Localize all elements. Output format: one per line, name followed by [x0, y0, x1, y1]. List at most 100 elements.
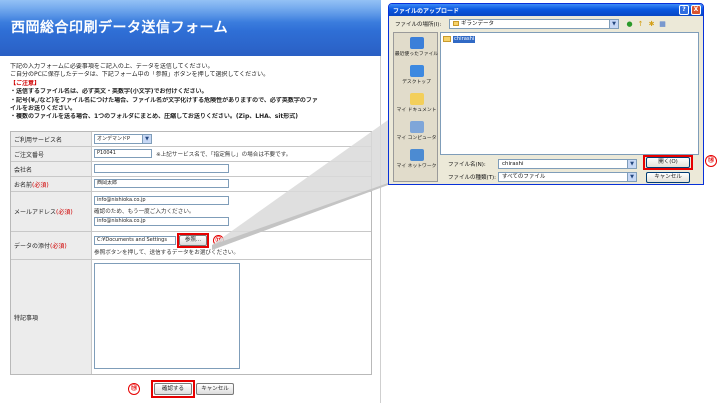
- browse-highlight: [177, 233, 209, 248]
- new-folder-icon[interactable]: ✱: [647, 20, 656, 29]
- desktop-icon: [409, 65, 424, 77]
- label-order: ご注文番号: [11, 147, 92, 161]
- upload-form-page: 西岡総合印刷データ送信フォーム 下記の入力フォームに必要事項をご記入の上、データ…: [0, 0, 381, 403]
- file-list: chirashi: [440, 32, 699, 155]
- step-19-marker: ⑲: [128, 383, 140, 395]
- order-number-input[interactable]: P10041: [94, 149, 152, 158]
- notes-textarea[interactable]: [94, 263, 240, 369]
- value-order: P10041 ※上記サービス名で、「指定無し」の場合は不要です。: [92, 147, 371, 161]
- chevron-down-icon[interactable]: ▼: [627, 160, 636, 168]
- service-select[interactable]: オンデマンドP ▼: [94, 134, 152, 144]
- form-table: ご利用サービス名 オンデマンドP ▼ ご注文番号 P10041 ※上記サービス名…: [10, 131, 372, 375]
- dialog-titlebar: ファイルのアップロード ? X: [389, 4, 703, 16]
- up-folder-icon[interactable]: ↑: [636, 20, 645, 29]
- look-in-label: ファイルの場所(I):: [395, 22, 442, 28]
- filetype-value: すべてのファイル: [502, 174, 546, 180]
- row-name: お名前 (必須) 西岡太郎: [11, 177, 371, 192]
- label-email-text: メールアドレス: [14, 209, 57, 216]
- order-note: ※上記サービス名で、「指定無し」の場合は不要です。: [156, 152, 292, 158]
- required-mark: (必須): [56, 209, 73, 216]
- row-email: メールアドレス (必須) info@nishioka.co.jp 確認のため、もう…: [11, 192, 371, 232]
- label-service-text: ご利用サービス名: [14, 136, 63, 144]
- row-service: ご利用サービス名 オンデマンドP ▼: [11, 132, 371, 147]
- name-input[interactable]: 西岡太郎: [94, 179, 229, 188]
- email-confirm-note: 確認のため、もう一度ご入力ください。: [94, 209, 195, 215]
- service-select-value: オンデマンドP: [97, 136, 131, 142]
- filetype-select[interactable]: すべてのファイル ▼: [498, 172, 637, 182]
- recent-files-icon: [409, 37, 424, 49]
- look-in-select[interactable]: ギランデータ ▼: [449, 19, 619, 29]
- filename-input[interactable]: chirashi ▼: [498, 159, 637, 169]
- place-label: マイ コンピュータ: [396, 136, 437, 141]
- caution-line: イルをお送りください。: [10, 105, 77, 113]
- label-file: データの添付 (必須): [11, 232, 92, 259]
- label-name: お名前 (必須): [11, 177, 92, 191]
- list-item[interactable]: chirashi: [443, 35, 476, 43]
- filename-value: chirashi: [502, 161, 524, 167]
- file-upload-dialog: ファイルのアップロード ? X ファイルの場所(I): ギランデータ ▼ ● ↑…: [388, 3, 704, 185]
- intro-line: 下記の入力フォームに必要事項をご記入の上、データを送信してください。: [10, 63, 214, 70]
- intro-text: 下記の入力フォームに必要事項をご記入の上、データを送信してください。 ご自分のP…: [10, 63, 372, 122]
- caution-line: ・記号(¥,/など)をファイル名につけた場合、ファイル名が文字化けする危険性があ…: [10, 96, 318, 104]
- folder-icon: [443, 36, 451, 42]
- label-company: 会社名: [11, 162, 92, 176]
- company-input[interactable]: [94, 164, 229, 173]
- place-network[interactable]: マイ ネットワーク: [394, 149, 439, 173]
- value-name: 西岡太郎: [92, 177, 371, 191]
- label-notes-text: 特記事項: [14, 314, 39, 322]
- place-recent[interactable]: 最近使ったファイル: [394, 37, 439, 61]
- chevron-down-icon[interactable]: ▼: [609, 20, 618, 28]
- place-computer[interactable]: マイ コンピュータ: [394, 121, 439, 145]
- step-18-marker: ⑱: [705, 155, 717, 167]
- chevron-down-icon[interactable]: ▼: [627, 173, 636, 181]
- label-notes: 特記事項: [11, 260, 92, 374]
- required-mark: (必須): [50, 243, 67, 250]
- row-file: データの添付 (必須) C:¥Documents and Settings 参照.…: [11, 232, 371, 260]
- help-button[interactable]: ?: [679, 5, 689, 15]
- close-button[interactable]: X: [691, 5, 701, 15]
- caution-title: 【ご注意】: [10, 79, 41, 87]
- value-service: オンデマンドP ▼: [92, 132, 371, 146]
- cancel-button[interactable]: キャンセル: [196, 383, 234, 395]
- form-title: 西岡総合印刷データ送信フォーム: [11, 20, 229, 36]
- required-mark: (必須): [32, 181, 49, 189]
- view-menu-icon[interactable]: ▦: [658, 20, 667, 29]
- my-network-icon: [409, 149, 424, 161]
- row-order: ご注文番号 P10041 ※上記サービス名で、「指定無し」の場合は不要です。: [11, 147, 371, 162]
- file-note: 参照ボタンを押して、送信するデータをお選びください。: [94, 250, 239, 256]
- filename-label: ファイル名(N):: [448, 162, 486, 168]
- folder-icon: [453, 21, 459, 26]
- row-notes: 特記事項: [11, 260, 371, 374]
- my-documents-icon: [409, 93, 424, 105]
- file-path-input[interactable]: C:¥Documents and Settings: [94, 236, 176, 245]
- place-documents[interactable]: マイ ドキュメント: [394, 93, 439, 117]
- dialog-title: ファイルのアップロード: [393, 8, 460, 15]
- back-icon[interactable]: ●: [625, 20, 634, 29]
- filetype-label: ファイルの種類(T):: [448, 175, 497, 181]
- step-17-marker: ⑰: [213, 235, 224, 246]
- place-label: マイ ネットワーク: [396, 164, 437, 169]
- value-company: [92, 162, 371, 176]
- label-company-text: 会社名: [14, 166, 33, 174]
- intro-line: ご自分のPCに保存したデータは、下記フォーム中の「参照」ボタンを押して選択してく…: [10, 71, 270, 79]
- caution-line: ・複数のファイルを送る場合、1つのフォルダにまとめ、圧縮してお送りください。(Z…: [10, 113, 298, 121]
- look-in-value: ギランデータ: [461, 21, 495, 27]
- email-input[interactable]: info@nishioka.co.jp: [94, 196, 229, 205]
- place-desktop[interactable]: デスクトップ: [394, 65, 439, 89]
- my-computer-icon: [409, 121, 424, 133]
- value-email: info@nishioka.co.jp 確認のため、もう一度ご入力ください。 i…: [92, 192, 371, 231]
- file-name: chirashi: [453, 35, 476, 43]
- dialog-cancel-button[interactable]: キャンセル: [646, 172, 690, 183]
- label-name-text: お名前: [14, 181, 33, 189]
- email-confirm-input[interactable]: info@nishioka.co.jp: [94, 217, 229, 226]
- places-bar: 最近使ったファイル デスクトップ マイ ドキュメント マイ コンピュータ マイ …: [393, 32, 438, 182]
- value-file: C:¥Documents and Settings 参照... ⑰ 参照ボタンを…: [92, 232, 371, 259]
- confirm-button[interactable]: 確認する: [154, 383, 192, 395]
- caution-line: ・送信するファイル名は、必ず英文・英数字(小文字)でお付けください。: [10, 88, 208, 96]
- value-notes: [92, 260, 371, 374]
- label-email: メールアドレス (必須): [11, 192, 92, 231]
- open-button[interactable]: 開く(O): [646, 157, 690, 168]
- form-header: 西岡総合印刷データ送信フォーム: [0, 0, 381, 56]
- screenshot-stage: 西岡総合印刷データ送信フォーム 下記の入力フォームに必要事項をご記入の上、データ…: [0, 0, 717, 403]
- chevron-down-icon[interactable]: ▼: [142, 135, 151, 143]
